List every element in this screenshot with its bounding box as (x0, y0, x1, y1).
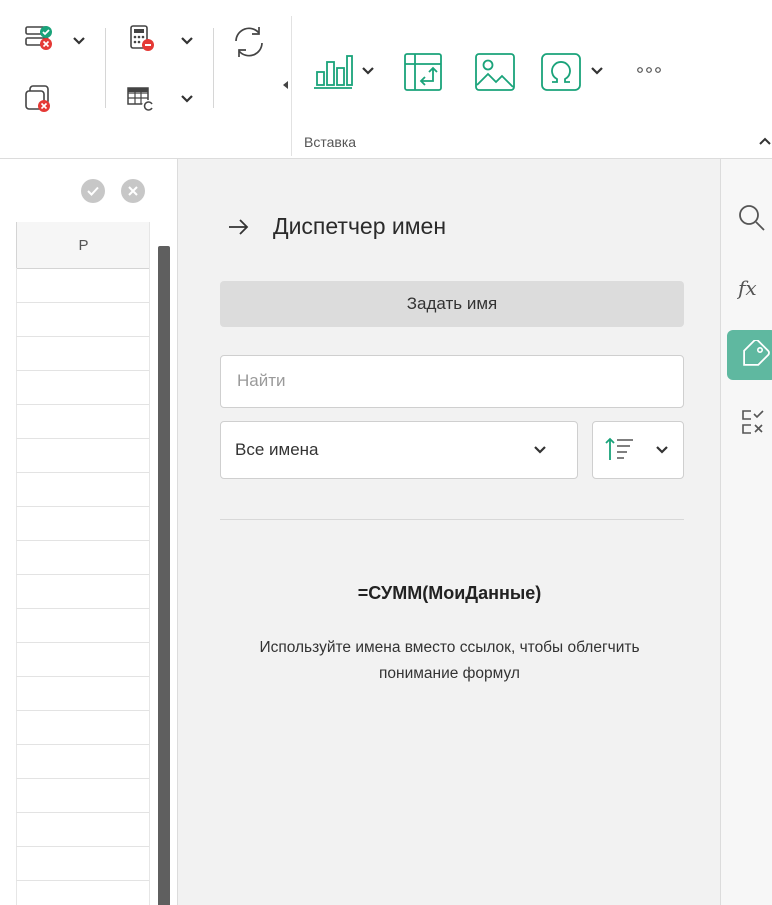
data-validation-button[interactable] (24, 24, 54, 54)
grid-row[interactable] (16, 404, 149, 405)
confirm-button[interactable] (81, 179, 105, 203)
grid-row[interactable] (16, 744, 149, 745)
chevron-down-icon (73, 37, 85, 45)
cancel-icon (128, 186, 138, 196)
chevron-down-icon (534, 446, 546, 454)
function-icon: fx (737, 276, 757, 300)
insert-symbol-dropdown[interactable] (590, 66, 604, 76)
search-input[interactable] (221, 356, 657, 405)
sidebar-function-button[interactable]: fx (737, 273, 772, 303)
name-tag-icon (743, 340, 770, 366)
grid-row[interactable] (16, 540, 149, 541)
insert-chart-button[interactable] (312, 52, 354, 92)
grid-row[interactable] (16, 336, 149, 337)
divider (220, 519, 684, 520)
panel-title: Диспетчер имен (273, 213, 447, 239)
sort-icon (605, 437, 633, 460)
sidebar-name-manager-button[interactable] (737, 340, 772, 370)
insert-pivot-table-button[interactable] (403, 52, 443, 92)
sort-button[interactable] (592, 421, 684, 479)
symbol-icon (541, 53, 581, 91)
right-sidebar: fx (720, 159, 772, 905)
name-manager-panel: Диспетчер имен Задать имя Все имена =СУМ… (177, 159, 721, 905)
refresh-icon (235, 27, 263, 57)
grid-row[interactable] (16, 302, 149, 303)
data-validation-dropdown[interactable] (72, 36, 86, 46)
grid-row[interactable] (16, 778, 149, 779)
image-icon (475, 53, 515, 91)
column-header-label: P (78, 236, 89, 254)
grid-row[interactable] (16, 676, 149, 677)
close-panel-button[interactable] (228, 219, 250, 235)
formula-example: =СУММ(МоиДанные) (357, 583, 542, 603)
search-field[interactable] (220, 355, 684, 408)
calculation-options-dropdown[interactable] (180, 36, 194, 46)
clear-validation-icon (25, 85, 50, 112)
clear-validation-button[interactable] (24, 84, 54, 114)
frozen-pane-divider[interactable] (158, 246, 170, 905)
checklist-icon (742, 410, 764, 434)
recalculate-dropdown[interactable] (180, 94, 194, 104)
calculation-options-icon (130, 25, 154, 51)
grid-row[interactable] (16, 846, 149, 847)
chevron-down-icon (656, 446, 668, 454)
insert-chart-dropdown[interactable] (361, 66, 375, 76)
grid-row[interactable] (16, 370, 149, 371)
names-filter-select[interactable]: Все имена (220, 421, 578, 479)
cancel-button[interactable] (121, 179, 145, 203)
refresh-button[interactable] (231, 24, 267, 60)
caret-left-icon (283, 81, 288, 89)
search-icon (739, 205, 765, 231)
chevron-down-icon (181, 95, 193, 103)
grid-row[interactable] (16, 812, 149, 813)
collapse-ribbon-button[interactable] (758, 136, 772, 146)
column-header-p[interactable]: P (16, 222, 150, 269)
insert-image-button[interactable] (474, 52, 516, 92)
check-icon (87, 186, 99, 196)
more-button[interactable] (636, 66, 662, 74)
define-name-button[interactable]: Задать имя (220, 281, 684, 327)
group-expand-arrow[interactable] (282, 80, 290, 90)
data-validation-icon (25, 26, 52, 50)
arrow-right-icon (229, 219, 249, 235)
hint-text: Используйте имена вместо ссылок, чтобы о… (259, 639, 640, 682)
sidebar-search-button[interactable] (737, 203, 772, 233)
grid-row[interactable] (16, 608, 149, 609)
chevron-down-icon (181, 37, 193, 45)
names-filter-value: Все имена (235, 440, 319, 459)
grid-row[interactable] (16, 472, 149, 473)
ribbon-group-label: Вставка (304, 134, 357, 150)
svg-text:fx: fx (737, 276, 757, 300)
more-icon (637, 67, 661, 73)
recalculate-button[interactable] (126, 84, 156, 114)
recalculate-icon (127, 87, 154, 112)
grid-row[interactable] (16, 438, 149, 439)
ribbon-toolbar: Вставка (0, 0, 772, 159)
grid-row[interactable] (16, 506, 149, 507)
insert-symbol-button[interactable] (540, 52, 582, 92)
chevron-down-icon (362, 67, 374, 75)
collapse-ribbon-icon (759, 137, 771, 145)
grid-row[interactable] (16, 880, 149, 881)
sidebar-checklist-button[interactable] (739, 407, 772, 441)
chevron-down-icon (591, 67, 603, 75)
empty-state-hint: Используйте имена вместо ссылок, чтобы о… (178, 635, 721, 687)
grid-row[interactable] (16, 574, 149, 575)
chart-icon (314, 55, 353, 89)
grid-row[interactable] (16, 710, 149, 711)
spreadsheet-area: P (0, 159, 177, 905)
grid-row[interactable] (16, 642, 149, 643)
calculation-options-button[interactable] (128, 24, 158, 54)
pivot-table-icon (404, 53, 442, 91)
